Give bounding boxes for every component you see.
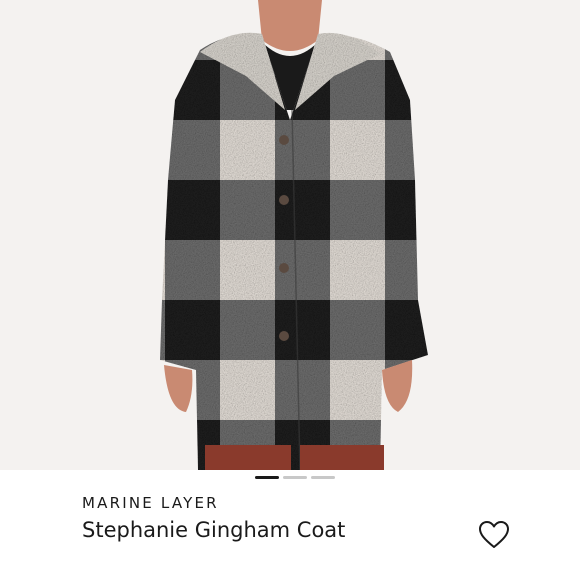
coat-button xyxy=(279,195,289,205)
product-image[interactable] xyxy=(0,0,580,470)
brand-name[interactable]: MARINE LAYER xyxy=(82,494,219,512)
heart-outline-icon xyxy=(479,521,509,548)
coat-button xyxy=(279,331,289,341)
favorite-button[interactable] xyxy=(478,520,510,550)
neck xyxy=(258,0,322,51)
carousel-dot-1[interactable] xyxy=(255,476,279,479)
carousel-dot-3[interactable] xyxy=(311,476,335,479)
pants-right xyxy=(300,445,384,470)
product-title: Stephanie Gingham Coat xyxy=(82,518,346,542)
pants-left xyxy=(205,445,291,470)
coat-button xyxy=(279,263,289,273)
carousel-indicator xyxy=(0,476,580,481)
carousel-dot-2[interactable] xyxy=(283,476,307,479)
coat-photo xyxy=(0,0,580,470)
coat-button xyxy=(279,135,289,145)
